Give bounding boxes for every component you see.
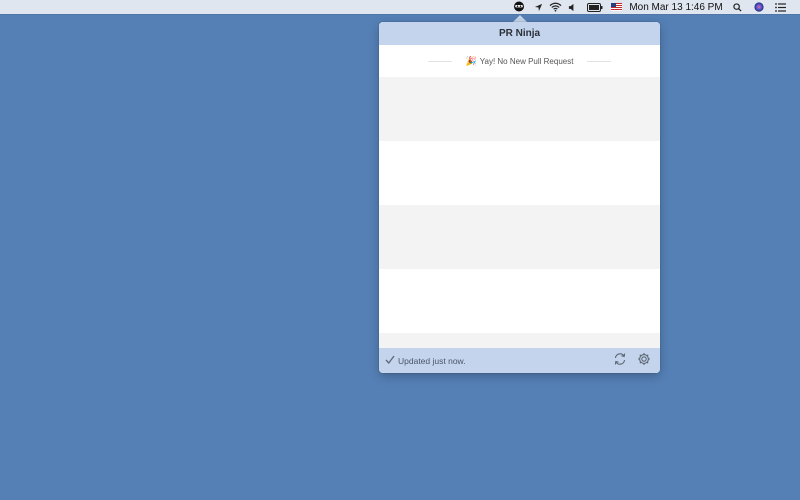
menu-bar-clock[interactable]: Mon Mar 13 1:46 PM [629, 0, 722, 14]
wifi-icon[interactable] [547, 0, 563, 14]
gear-icon [637, 352, 651, 371]
ninja-icon[interactable] [512, 0, 526, 14]
checkmark-icon [385, 355, 395, 366]
list-row [379, 205, 660, 269]
volume-icon[interactable] [566, 0, 578, 14]
refresh-icon [613, 352, 627, 371]
pull-request-list[interactable] [379, 77, 660, 349]
empty-state-message: 🎉 Yay! No New Pull Request [466, 56, 574, 67]
list-row [379, 269, 660, 333]
spotlight-search-icon[interactable] [731, 0, 743, 14]
location-arrow-icon[interactable] [532, 0, 544, 14]
empty-state-label: Yay! No New Pull Request [479, 56, 574, 66]
list-row [379, 333, 660, 349]
divider-left [427, 60, 452, 62]
divider-right [587, 60, 612, 62]
pr-ninja-popover: PR Ninja 🎉 Yay! No New Pull Request Upda… [379, 22, 660, 373]
popover-title: PR Ninja [379, 22, 660, 45]
menu-bar: Mon Mar 13 1:46 PM [0, 0, 800, 14]
party-popper-icon: 🎉 [465, 55, 477, 66]
empty-state-banner: 🎉 Yay! No New Pull Request [379, 45, 660, 77]
popover-footer: Updated just now. [379, 348, 660, 373]
battery-icon[interactable] [586, 0, 604, 14]
siri-icon[interactable] [753, 0, 765, 14]
list-row [379, 141, 660, 205]
flag-us-icon[interactable] [609, 0, 623, 14]
update-status-text: Updated just now. [398, 355, 466, 366]
settings-button[interactable] [636, 352, 652, 371]
update-status: Updated just now. [385, 348, 466, 373]
popover-arrow [513, 15, 527, 22]
refresh-button[interactable] [612, 352, 628, 371]
list-row [379, 77, 660, 141]
notification-center-icon[interactable] [773, 0, 787, 14]
